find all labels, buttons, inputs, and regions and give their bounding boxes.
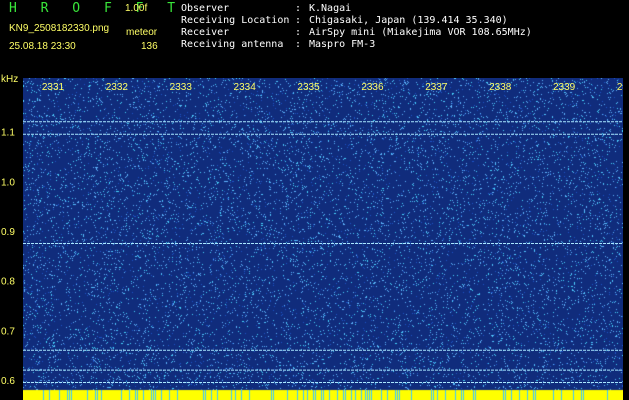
x-tick-label: 2337 <box>425 82 448 93</box>
info-key: Observer <box>181 3 230 14</box>
header-panel: H R O F F T 1.00f KN9_2508182330.png met… <box>0 0 629 74</box>
y-tick-label: 0.6 <box>1 376 15 387</box>
x-tick-label: 2336 <box>361 82 384 93</box>
info-value: AirSpy mini (Miakejima VOR 108.65MHz) <box>309 27 532 38</box>
app-version: 1.00f <box>125 3 148 14</box>
x-tick-label: 2340 <box>617 82 623 93</box>
info-row-receiver: Receiver: AirSpy mini (Miakejima VOR 108.… <box>181 27 532 38</box>
info-row-observer: Observer: K.Nagai <box>181 3 352 14</box>
info-value: Chigasaki, Japan (139.414 35.340) <box>309 15 508 26</box>
spectrogram-overlay: 2331 2332 2333 2334 2335 2336 2337 2338 2339 2340 <box>23 82 623 384</box>
info-key: Receiving antenna <box>181 39 284 50</box>
file-name: KN9_2508182330.png <box>9 23 110 34</box>
info-key: Receiving Location <box>181 15 290 26</box>
y-tick-label: 0.9 <box>1 227 15 238</box>
x-tick-label: 2338 <box>489 82 512 93</box>
x-tick-label: 2339 <box>553 82 576 93</box>
y-tick-label: 1.0 <box>1 177 15 188</box>
y-tick-label: 0.7 <box>1 326 15 337</box>
info-row-location: Receiving Location: Chigasaki, Japan (139… <box>181 15 508 26</box>
x-tick-label: 2335 <box>297 82 320 93</box>
x-tick-label: 2333 <box>170 82 193 93</box>
y-axis: 1.1 1.0 0.9 0.8 0.7 0.6 <box>1 128 15 387</box>
info-value: Maspro FM-3 <box>309 39 376 50</box>
info-key: Receiver <box>181 27 230 38</box>
info-value: K.Nagai <box>309 3 352 14</box>
y-tick-label: 0.8 <box>1 277 15 288</box>
info-row-antenna: Receiving antenna: Maspro FM-3 <box>181 39 376 50</box>
detection-count: 136 <box>141 41 158 52</box>
date-time: 25.08.18 23:30 <box>9 41 76 52</box>
mode-label: meteor <box>126 27 158 38</box>
x-tick-label: 2332 <box>106 82 129 93</box>
x-tick-label: 2331 <box>42 82 65 93</box>
spectrogram-plot: 2331 2332 2333 2334 2335 2336 2337 2338 2339 2340 <box>23 78 623 400</box>
app-logo: H R O F F T <box>9 1 184 16</box>
x-tick-label: 2334 <box>234 82 257 93</box>
y-tick-label: 1.1 <box>1 128 15 139</box>
